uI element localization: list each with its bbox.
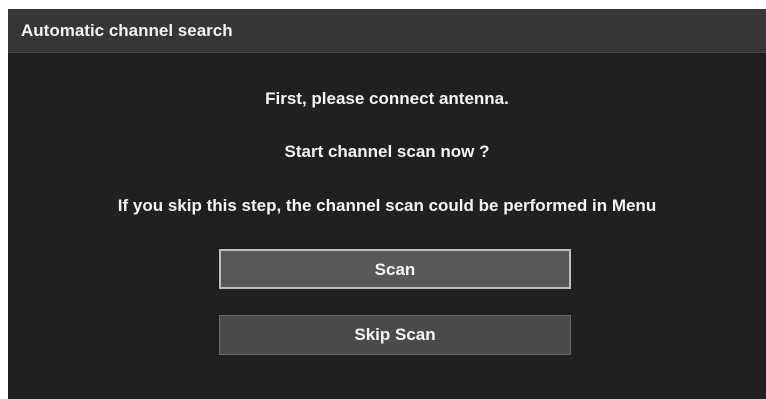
- dialog-title: Automatic channel search: [21, 21, 233, 40]
- dialog-titlebar: Automatic channel search: [8, 9, 766, 53]
- connect-antenna-message: First, please connect antenna.: [265, 89, 509, 108]
- scan-button[interactable]: Scan: [219, 249, 571, 289]
- skip-scan-button[interactable]: Skip Scan: [219, 315, 571, 355]
- channel-search-dialog: Automatic channel search First, please c…: [8, 9, 766, 399]
- skip-info-message: If you skip this step, the channel scan …: [117, 196, 657, 215]
- start-scan-prompt: Start channel scan now ?: [284, 142, 490, 161]
